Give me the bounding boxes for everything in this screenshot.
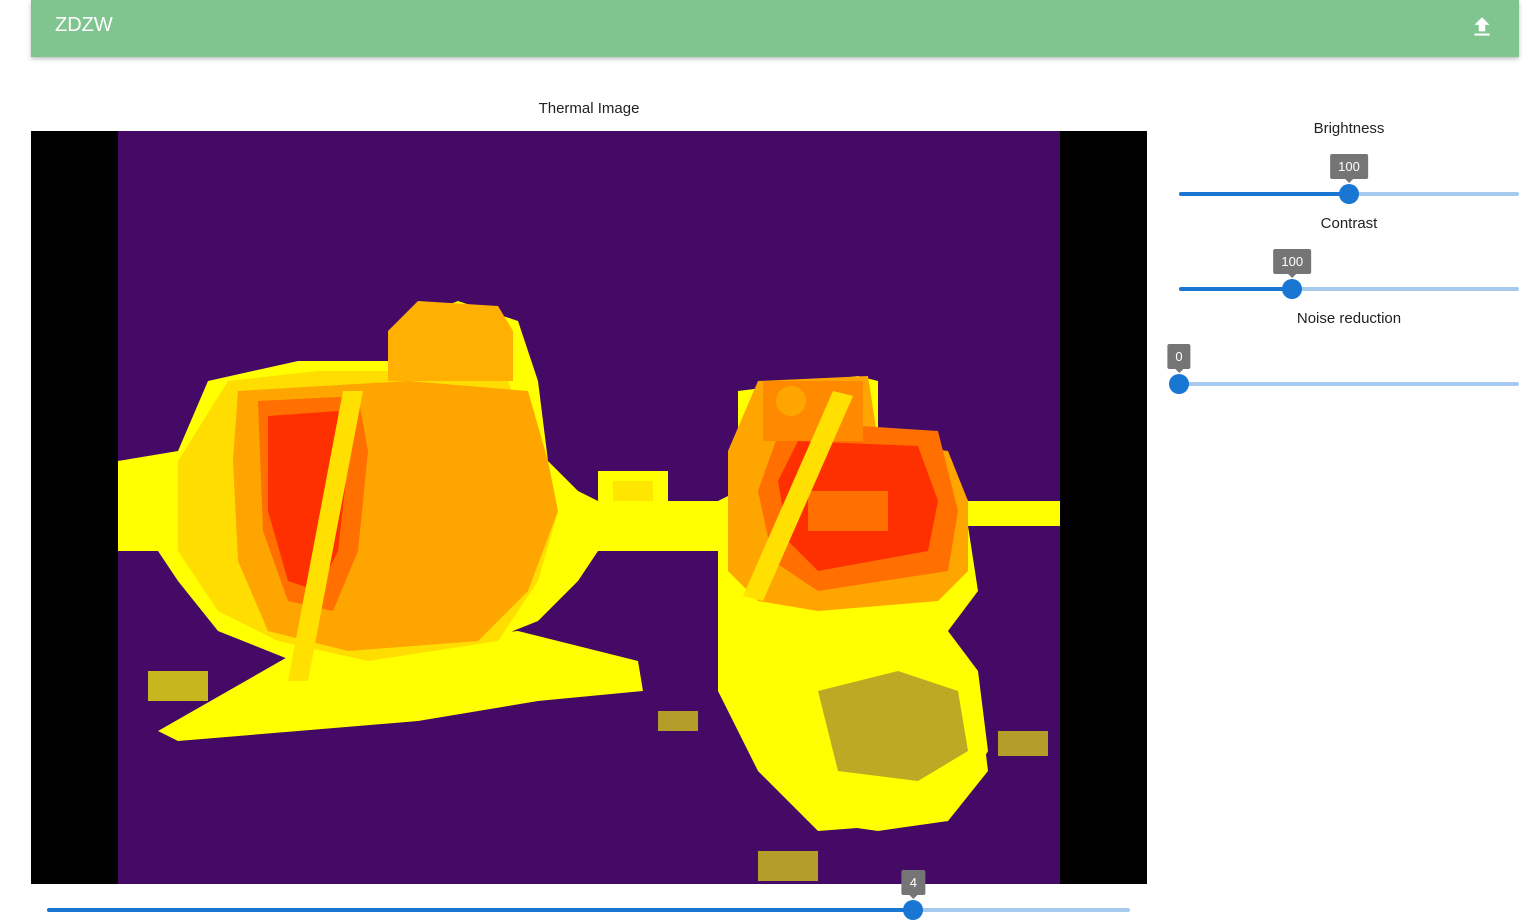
app-bar: ZDZW	[31, 0, 1519, 57]
brightness-slider-thumb[interactable]	[1339, 184, 1359, 204]
thermal-image-frame	[31, 131, 1147, 884]
noise-reduction-slider-rail[interactable]	[1179, 382, 1519, 386]
contrast-slider[interactable]: 100	[1179, 249, 1519, 299]
noise-reduction-value: 0	[1167, 344, 1191, 373]
contrast-value: 100	[1273, 249, 1312, 278]
contrast-slider-track	[1179, 287, 1293, 291]
noise-reduction-slider-thumb[interactable]	[1169, 374, 1189, 394]
brightness-value: 100	[1330, 154, 1368, 183]
brightness-slider[interactable]: 100	[1179, 154, 1519, 204]
contrast-label: Contrast	[1320, 215, 1378, 232]
noise-reduction-label: Noise reduction	[1296, 310, 1402, 327]
brightness-label: Brightness	[1313, 120, 1385, 137]
thermal-image-graphic	[118, 131, 1060, 884]
app-title: ZDZW	[55, 14, 113, 36]
frame-slider[interactable]: 4	[47, 870, 1130, 920]
frame-slider-track	[47, 908, 914, 912]
upload-button[interactable]	[1469, 14, 1495, 40]
noise-reduction-slider[interactable]: 0	[1167, 344, 1519, 394]
frame-slider-value: 4	[901, 870, 926, 899]
brightness-slider-track	[1179, 192, 1349, 196]
thermal-image	[118, 131, 1060, 884]
frame-slider-thumb[interactable]	[903, 900, 924, 920]
contrast-slider-thumb[interactable]	[1282, 279, 1303, 299]
image-title: Thermal Image	[538, 100, 640, 117]
upload-icon	[1474, 17, 1490, 36]
